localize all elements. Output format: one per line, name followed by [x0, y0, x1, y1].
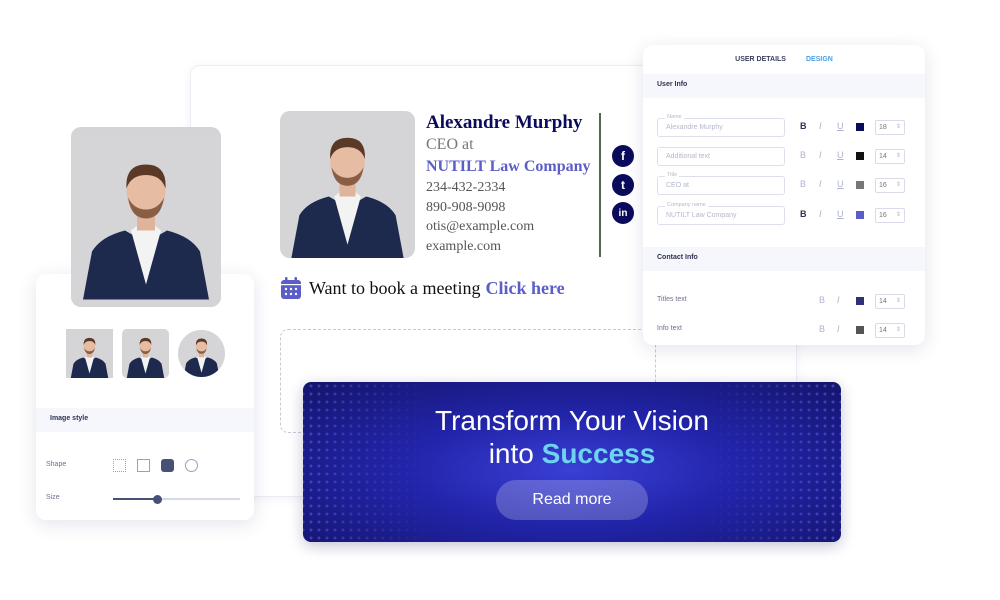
color-swatch[interactable] — [856, 123, 864, 131]
signature-phone-1: 234-432-2334 — [426, 180, 506, 195]
signature-phone-2: 890-908-9098 — [426, 199, 506, 215]
book-meeting-text: Want to book a meeting — [309, 278, 481, 298]
field-value: CEO at — [666, 182, 689, 189]
user-info-heading: User Info — [643, 74, 925, 98]
italic-toggle[interactable]: I — [837, 324, 840, 334]
field-row: Additional text B I U 14 ⇕ — [657, 147, 912, 166]
field-label: Name — [665, 114, 684, 120]
italic-toggle[interactable]: I — [819, 179, 822, 189]
color-swatch[interactable] — [856, 211, 864, 219]
image-option-circle[interactable] — [178, 330, 225, 377]
bold-toggle[interactable]: B — [800, 179, 806, 189]
text-field[interactable]: CEO at Title — [657, 172, 785, 195]
italic-toggle[interactable]: I — [819, 150, 822, 160]
underline-toggle[interactable]: U — [837, 179, 844, 189]
book-meeting-link[interactable]: Click here — [486, 278, 565, 299]
tab-design[interactable]: DESIGN — [806, 56, 833, 74]
underline-toggle[interactable]: U — [837, 150, 844, 160]
promo-banner: Transform Your Vision into Success Read … — [303, 382, 841, 542]
image-option-rounded[interactable] — [122, 329, 169, 378]
contact-style-row: Titles text B I 14 ⇕ — [657, 292, 912, 311]
font-size-stepper[interactable]: 16 ⇕ — [875, 178, 905, 193]
shape-none-option[interactable] — [113, 459, 126, 472]
font-size-stepper[interactable]: 16 ⇕ — [875, 208, 905, 223]
text-field[interactable]: Alexandre Murphy Name — [657, 114, 785, 137]
field-row: CEO at Title B I U 16 ⇕ — [657, 172, 912, 195]
banner-line-1: Transform Your Vision — [435, 405, 709, 436]
font-size-stepper[interactable]: 14 ⇕ — [875, 294, 905, 309]
size-label: Size — [46, 494, 60, 501]
signature-title: CEO at — [426, 136, 474, 153]
contact-style-row: Info text B I 14 ⇕ — [657, 321, 912, 340]
font-size-value: 14 — [879, 153, 887, 160]
italic-toggle[interactable]: I — [837, 295, 840, 305]
bold-toggle[interactable]: B — [800, 209, 807, 219]
signature-company: NUTILT Law Company — [426, 158, 591, 175]
color-swatch[interactable] — [856, 297, 864, 305]
contact-row-label: Titles text — [657, 296, 687, 303]
image-style-heading: Image style — [36, 408, 254, 432]
linkedin-icon[interactable]: in — [612, 202, 634, 224]
text-field[interactable]: Additional text — [657, 147, 785, 166]
design-panel: USER DETAILS DESIGN User Info Alexandre … — [643, 45, 925, 345]
shape-label: Shape — [46, 461, 67, 468]
font-size-value: 14 — [879, 298, 887, 305]
signature-website: example.com — [426, 238, 502, 254]
signature-photo — [280, 111, 415, 258]
shape-square-option[interactable] — [137, 459, 150, 472]
signature-details: Alexandre Murphy CEO at NUTILT Law Compa… — [426, 112, 591, 258]
facebook-icon[interactable]: f — [612, 145, 634, 167]
font-size-stepper[interactable]: 14 ⇕ — [875, 149, 905, 164]
read-more-button[interactable]: Read more — [496, 480, 648, 520]
color-swatch[interactable] — [856, 326, 864, 334]
color-swatch[interactable] — [856, 152, 864, 160]
underline-toggle[interactable]: U — [837, 209, 844, 219]
signature-email: otis@example.com — [426, 219, 535, 234]
large-profile-photo — [71, 127, 221, 307]
calendar-icon — [281, 277, 301, 299]
banner-line-2: into — [488, 438, 542, 469]
contact-info-heading: Contact Info — [643, 247, 925, 271]
font-size-value: 16 — [879, 212, 887, 219]
twitter-icon[interactable]: t — [612, 174, 634, 196]
contact-row-label: Info text — [657, 325, 682, 332]
tab-user-details[interactable]: USER DETAILS — [735, 56, 786, 74]
field-value: NUTILT Law Company — [666, 212, 737, 219]
font-size-stepper[interactable]: 18 ⇕ — [875, 120, 905, 135]
field-label: Title — [665, 172, 680, 178]
bold-toggle[interactable]: B — [800, 121, 807, 131]
underline-toggle[interactable]: U — [837, 121, 844, 131]
size-slider[interactable] — [113, 494, 240, 504]
bold-toggle[interactable]: B — [800, 150, 806, 160]
banner-highlight: Success — [541, 438, 656, 469]
field-row: NUTILT Law Company Company name B I U 16 ⇕ — [657, 202, 912, 225]
banner-headline: Transform Your Vision into Success — [303, 404, 841, 470]
color-swatch[interactable] — [856, 181, 864, 189]
signature-divider — [599, 113, 601, 257]
font-size-value: 16 — [879, 182, 887, 189]
italic-toggle[interactable]: I — [819, 209, 822, 219]
book-meeting-line: Want to book a meeting Click here — [280, 277, 565, 300]
shape-circle-option[interactable] — [185, 459, 198, 472]
image-option-square[interactable] — [66, 329, 113, 378]
size-slider-handle[interactable] — [152, 494, 162, 504]
field-row: Alexandre Murphy Name B I U 18 ⇕ — [657, 114, 912, 137]
text-field[interactable]: NUTILT Law Company Company name — [657, 202, 785, 225]
field-label: Company name — [665, 202, 708, 208]
font-size-value: 18 — [879, 124, 887, 131]
field-value: Alexandre Murphy — [666, 124, 723, 131]
italic-toggle[interactable]: I — [819, 121, 822, 131]
bold-toggle[interactable]: B — [819, 324, 825, 334]
signature-name: Alexandre Murphy — [426, 112, 583, 133]
font-size-value: 14 — [879, 327, 887, 334]
bold-toggle[interactable]: B — [819, 295, 825, 305]
field-value: Additional text — [666, 153, 710, 160]
image-style-panel: Image style Shape Size — [36, 274, 254, 520]
font-size-stepper[interactable]: 14 ⇕ — [875, 323, 905, 338]
shape-rounded-option[interactable] — [161, 459, 174, 472]
